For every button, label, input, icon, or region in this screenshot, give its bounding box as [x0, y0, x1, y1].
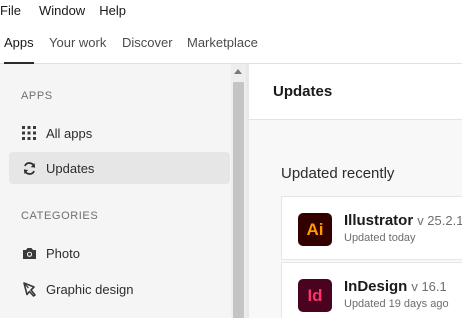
sidebar-item-updates[interactable]: Updates [9, 152, 230, 184]
sidebar-item-label: Photo [46, 245, 80, 261]
sidebar-section-categories: CATEGORIES [21, 210, 99, 222]
indesign-app-icon: Id [298, 279, 332, 312]
menu-file[interactable]: File [0, 0, 30, 22]
top-nav-tabs: Apps Your work Discover Marketplace [0, 22, 462, 64]
pen-tool-icon [21, 281, 37, 297]
tab-marketplace[interactable]: Marketplace [187, 22, 258, 64]
menu-help[interactable]: Help [94, 0, 135, 22]
app-name: Illustrator [344, 212, 414, 229]
app-update-status: Updated 19 days ago [344, 298, 449, 310]
sidebar-item-label: All apps [46, 125, 93, 141]
sidebar-item-photo[interactable]: Photo [9, 237, 230, 269]
tab-discover[interactable]: Discover [122, 22, 173, 64]
tab-your-work[interactable]: Your work [49, 22, 106, 64]
app-update-status: Updated today [344, 232, 416, 244]
scroll-up-arrow-icon[interactable] [234, 69, 242, 74]
app-card-illustrator[interactable]: Ai Illustrator v 25.2.1 Updated today [281, 196, 462, 260]
grid-icon [21, 125, 37, 141]
sidebar-scrollbar[interactable] [231, 64, 246, 318]
app-version: v 16.1 [411, 279, 447, 294]
menu-window[interactable]: Window [30, 0, 94, 22]
section-heading-updated-recently: Updated recently [281, 165, 395, 182]
creative-cloud-window: File Window Help Apps Your work Discover… [0, 0, 462, 318]
main-header: Updates [249, 64, 462, 120]
tab-discover-label: Discover [122, 35, 173, 50]
menubar: File Window Help [0, 0, 462, 22]
tab-marketplace-label: Marketplace [187, 35, 258, 50]
tab-apps[interactable]: Apps [4, 22, 34, 64]
main-content: Updates Updated recently Ai Illustrator v… [249, 64, 462, 318]
sidebar-section-apps: APPS [21, 90, 53, 102]
sidebar-item-graphic-design[interactable]: Graphic design [9, 273, 230, 305]
scrollbar-thumb[interactable] [233, 82, 244, 318]
tab-your-work-label: Your work [49, 35, 107, 50]
camera-icon [21, 245, 37, 261]
app-version: v 25.2.1 [417, 213, 462, 228]
sidebar-item-label: Graphic design [46, 281, 134, 297]
app-card-indesign[interactable]: Id InDesign v 16.1 Updated 19 days ago [281, 262, 462, 318]
tab-apps-label: Apps [4, 35, 34, 50]
illustrator-app-icon: Ai [298, 213, 332, 246]
sidebar: APPS All apps Updates CATEGORIES Photo G… [0, 64, 231, 318]
page-title: Updates [273, 83, 333, 100]
app-name: InDesign [344, 278, 408, 295]
refresh-icon [21, 160, 37, 176]
sidebar-item-all-apps[interactable]: All apps [9, 117, 230, 149]
sidebar-item-label: Updates [46, 160, 95, 176]
